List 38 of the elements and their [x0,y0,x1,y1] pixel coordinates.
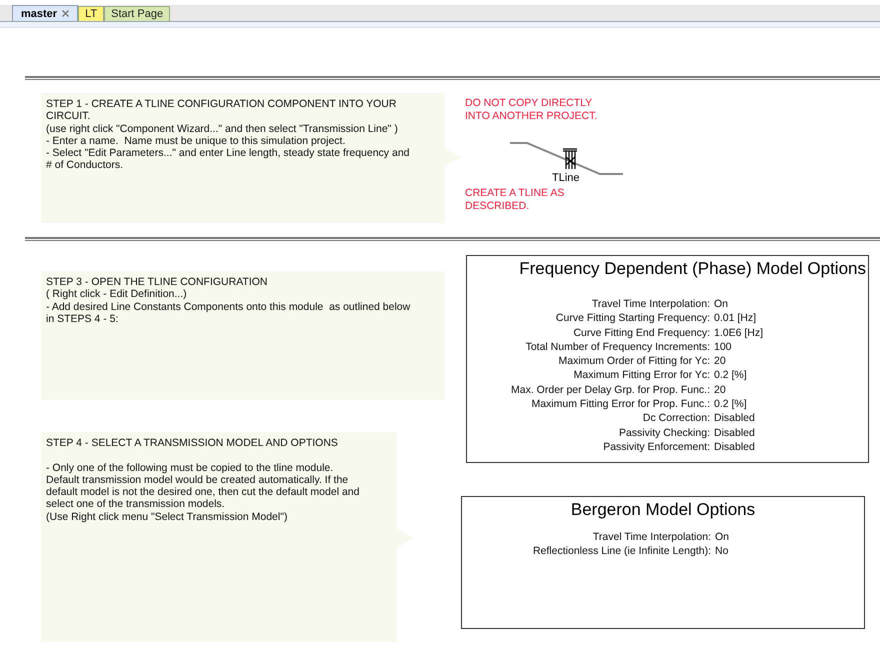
option-label: Maximum Fitting Error for Yc: [572,368,710,383]
note-text: STEP 3 - OPEN THE TLINE CONFIGURATION ( Right click - Edit Definition...) - Add desired Line Constants Components onto this module as outlined below in STEPS 4 - 5: [46,276,410,326]
option-value: 0.01 [Hz] [714,311,756,326]
note-text: STEP 4 - SELECT A TRANSMISSION MODEL AND OPTIONS - Only one of the following must be copied to the tline module. Default transmission model would be created automatically. If the default model is not the desired one, then cut the default model and select one of the transmission models. (Use Right click menu "Select Transmission Model") [46,437,360,524]
option-value: On [715,530,730,544]
option-label: Maximum Order of Fitting for Yc: [557,354,710,368]
option-label: Curve Fitting Starting Frequency: [554,311,710,326]
option-value: No [715,544,728,559]
option-label: Dc Correction: [642,411,710,426]
option-label: Total Number of Frequency Increments: [524,340,710,354]
option-label: Maximum Fitting Error for Prop. Func.: [530,397,710,412]
option-value: 1.0E6 [Hz] [714,326,764,340]
option-label: Travel Time Interpolation: [590,297,710,312]
option-label: Curve Fitting End Frequency: [572,326,710,340]
option-label: Travel Time Interpolation: [592,530,711,544]
document-tab[interactable]: LT [78,6,104,21]
option-value: Disabled [714,411,755,426]
option-value: 0.2 [%] [714,397,747,412]
panel-title: Frequency Dependent (Phase) Model Options [518,258,867,280]
warning-text: CREATE A TLINE AS DESCRIBED. [465,187,564,212]
document-tab[interactable]: master [12,5,78,21]
option-value: 20 [714,354,726,368]
note-text: STEP 1 - CREATE A TLINE CONFIGURATION COMPONENT INTO YOUR CIRCUIT. (use right click "Component Wizard..." and then select "Transmission Line" ) - Enter a name. Name must be unique to this simulation project. - Select "Edit Parameters..." and enter Line length, steady state frequency and # of Conductors. [46,98,410,172]
option-value: 0.2 [%] [714,368,747,383]
option-label: Max. Order per Delay Grp. for Prop. Func.: [510,382,710,398]
document-tab[interactable]: Start Page [104,6,170,21]
close-icon[interactable] [62,10,70,17]
option-value: Disabled [714,440,755,454]
option-value: 20 [714,382,726,398]
option-value: On [714,297,728,312]
option-value: Disabled [714,426,755,440]
option-label: Passivity Enforcement: [602,440,710,454]
warning-text: DO NOT COPY DIRECTLY INTO ANOTHER PROJECT. [465,97,598,122]
panel-title: Bergeron Model Options [570,499,756,521]
option-value: 100 [714,340,732,354]
option-label: Passivity Checking: [618,426,710,440]
option-label: Reflectionless Line (ie Infinite Length): [532,544,711,559]
component-label: TLine [552,172,580,184]
